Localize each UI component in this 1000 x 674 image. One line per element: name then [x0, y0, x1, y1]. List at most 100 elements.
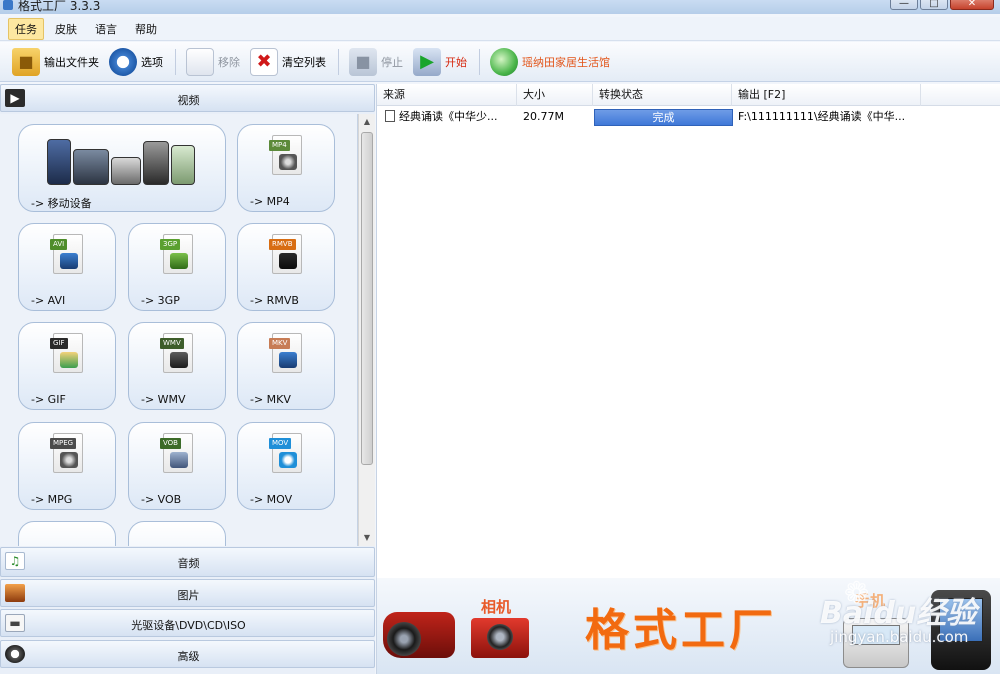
tile-label: -> 3GP: [141, 294, 180, 307]
options-button[interactable]: 选项: [105, 45, 167, 79]
tile-3gp[interactable]: 3GP -> 3GP: [128, 223, 226, 311]
vob-file-icon: VOB: [160, 433, 193, 473]
tile-partial[interactable]: [18, 521, 116, 546]
folder-icon: ■: [12, 47, 40, 76]
tile-label: -> VOB: [141, 493, 182, 506]
minimize-button[interactable]: —: [890, 0, 918, 10]
close-button[interactable]: ✕: [950, 0, 994, 10]
menu-skin[interactable]: 皮肤: [48, 18, 84, 40]
tile-label: -> RMVB: [250, 294, 299, 307]
remove-button[interactable]: 移除: [182, 45, 244, 79]
category-picture-label: 图片: [177, 589, 200, 602]
wmv-file-icon: WMV: [160, 333, 193, 373]
format-tag: MOV: [269, 438, 292, 449]
tile-mpg[interactable]: MPEG -> MPG: [18, 422, 116, 510]
3gp-file-icon: 3GP: [160, 234, 193, 274]
tile-label: -> 移动设备: [31, 197, 92, 210]
format-tag: MKV: [269, 338, 291, 349]
sponsor-link-label: 瑶纳田家居生活馆: [522, 55, 610, 69]
format-tag: MP4: [269, 140, 290, 151]
category-video[interactable]: ▶ 视频: [0, 84, 375, 112]
category-audio-label: 音频: [177, 557, 200, 570]
mp4-file-icon: MP4: [269, 135, 302, 175]
gif-file-icon: GIF: [50, 333, 83, 373]
category-picture[interactable]: 图片: [0, 579, 375, 607]
maximize-button[interactable]: □: [920, 0, 948, 10]
clear-list-label: 清空列表: [282, 55, 326, 69]
table-row[interactable]: 经典诵读《中华少... 20.77M 完成 F:\111111111\经典诵读《…: [377, 107, 1000, 127]
format-tag: RMVB: [269, 239, 296, 250]
toolbar-divider: [175, 48, 176, 75]
video-format-tiles: -> 移动设备 MP4 -> MP4 AVI -> AVI 3GP -> 3GP…: [0, 114, 358, 546]
play-icon: ▶: [413, 47, 441, 76]
category-panel: ▶ 视频 -> 移动设备 MP4 -> MP4 AVI -> AVI 3GP -…: [0, 84, 375, 674]
category-audio[interactable]: ♫ 音频: [0, 547, 375, 577]
tile-gif[interactable]: GIF -> GIF: [18, 322, 116, 410]
globe-icon: [490, 47, 518, 76]
tile-mkv[interactable]: MKV -> MKV: [237, 322, 335, 410]
tile-label: -> MOV: [250, 493, 293, 506]
tile-mobile-device[interactable]: -> 移动设备: [18, 124, 226, 212]
app-icon: [3, 0, 13, 10]
tile-wmv[interactable]: WMV -> WMV: [128, 322, 226, 410]
task-list: 来源 大小 转换状态 输出 [F2] 经典诵读《中华少... 20.77M 完成…: [376, 84, 1000, 578]
stop-icon: ■: [349, 47, 377, 76]
window-controls: — □ ✕: [890, 0, 994, 10]
menu-language[interactable]: 语言: [88, 18, 124, 40]
mobile-devices-icon: [43, 133, 201, 185]
tile-mov[interactable]: MOV -> MOV: [237, 422, 335, 510]
remove-icon: [186, 47, 214, 76]
clear-list-button[interactable]: ✖ 清空列表: [246, 45, 330, 79]
title-bar: 格式工厂 3.3.3 — □ ✕: [0, 0, 1000, 14]
tile-mp4[interactable]: MP4 -> MP4: [237, 124, 335, 212]
camcorder-icon: [383, 598, 463, 660]
column-status[interactable]: 转换状态: [593, 84, 732, 106]
tile-vob[interactable]: VOB -> VOB: [128, 422, 226, 510]
column-output[interactable]: 输出 [F2]: [732, 84, 921, 106]
mkv-file-icon: MKV: [269, 333, 302, 373]
rmvb-file-icon: RMVB: [269, 234, 302, 274]
category-video-label: 视频: [177, 94, 200, 107]
tile-label: -> MP4: [250, 195, 290, 208]
toolbar: ■ 输出文件夹 选项 移除 ✖ 清空列表 ■ 停止 ▶ 开始 瑶纳田家居生活馆: [0, 42, 1000, 82]
menu-help[interactable]: 帮助: [128, 18, 164, 40]
toolbar-divider: [338, 48, 339, 75]
tile-avi[interactable]: AVI -> AVI: [18, 223, 116, 311]
stop-label: 停止: [381, 55, 403, 69]
avi-file-icon: AVI: [50, 234, 83, 274]
format-factory-logo: 格式工厂: [585, 605, 777, 656]
category-advanced[interactable]: 高级: [0, 640, 375, 668]
start-label: 开始: [445, 55, 467, 69]
tile-partial[interactable]: [128, 521, 226, 546]
tile-label: -> AVI: [31, 294, 66, 307]
column-source[interactable]: 来源: [377, 84, 517, 106]
source-text: 经典诵读《中华少...: [399, 110, 498, 123]
scroll-down-icon[interactable]: ▼: [359, 530, 375, 546]
menu-task[interactable]: 任务: [8, 17, 44, 40]
phone-icon: [843, 618, 909, 668]
tile-label: -> MPG: [31, 493, 73, 506]
sponsor-link[interactable]: 瑶纳田家居生活馆: [486, 45, 614, 79]
output-folder-button[interactable]: ■ 输出文件夹: [8, 45, 103, 79]
format-tag: GIF: [50, 338, 68, 349]
column-size[interactable]: 大小: [517, 84, 593, 106]
format-tag: 3GP: [160, 239, 181, 250]
task-list-header: 来源 大小 转换状态 输出 [F2]: [377, 84, 1000, 106]
stop-button[interactable]: ■ 停止: [345, 45, 407, 79]
scroll-thumb[interactable]: [361, 132, 373, 465]
remove-label: 移除: [218, 55, 240, 69]
mpg-file-icon: MPEG: [50, 433, 83, 473]
category-rom-device[interactable]: ▬ 光驱设备\DVD\CD\ISO: [0, 609, 375, 637]
clear-icon: ✖: [250, 47, 278, 76]
output-folder-label: 输出文件夹: [44, 55, 99, 69]
menu-bar: 任务 皮肤 语言 帮助: [0, 17, 1000, 41]
tiles-scrollbar[interactable]: ▲ ▼: [358, 114, 375, 546]
tile-label: -> GIF: [31, 393, 66, 406]
start-button[interactable]: ▶ 开始: [409, 45, 471, 79]
category-rom-label: 光驱设备\DVD\CD\ISO: [131, 619, 246, 632]
scroll-up-icon[interactable]: ▲: [359, 114, 375, 130]
format-tag: VOB: [160, 438, 181, 449]
tile-rmvb[interactable]: RMVB -> RMVB: [237, 223, 335, 311]
phone-label: 手机: [855, 592, 886, 610]
camera-label: 相机: [481, 598, 512, 616]
